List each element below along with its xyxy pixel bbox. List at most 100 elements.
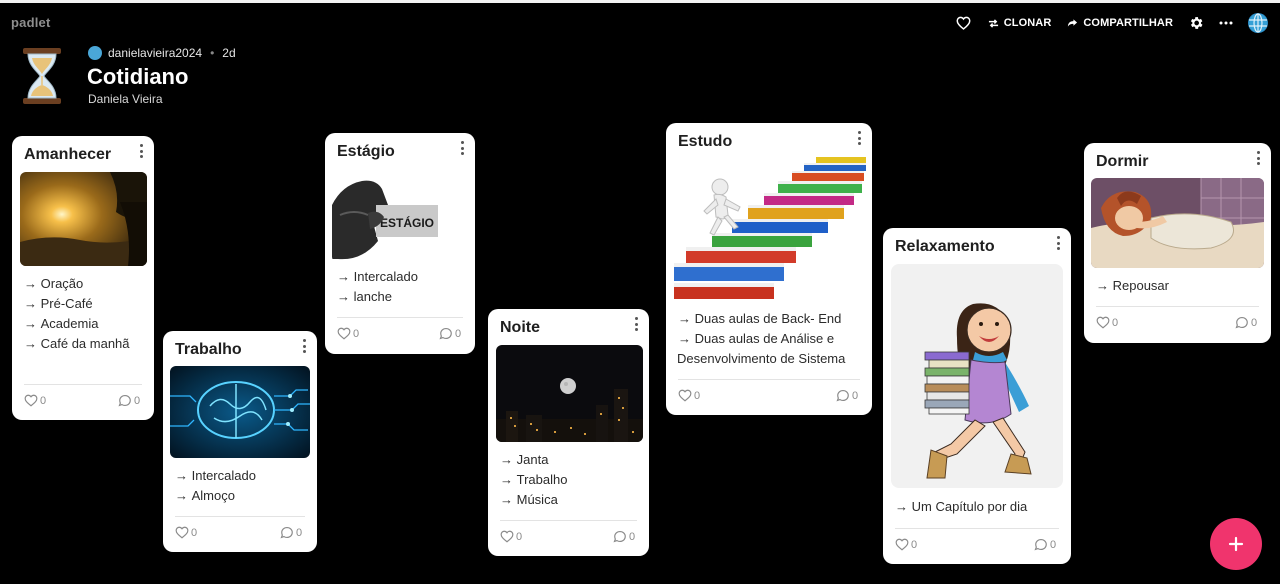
- post-title: Estágio: [337, 143, 395, 160]
- board-title: Cotidiano: [87, 64, 189, 89]
- like-count: 0: [1112, 316, 1119, 329]
- more-options-button[interactable]: [1219, 21, 1233, 25]
- card-divider: [678, 379, 860, 380]
- plus-icon: [1228, 536, 1244, 552]
- like-button[interactable]: 0: [175, 526, 197, 539]
- share-label: COMPARTILHAR: [1083, 17, 1173, 29]
- comment-count: 0: [455, 327, 462, 340]
- like-count: 0: [911, 538, 918, 551]
- list-item-continuation: Desenvolvimento de Sistema: [677, 351, 846, 366]
- post-card-trabalho[interactable]: Trabalho Intercalado Almoço 0 0: [163, 331, 317, 552]
- post-title: Trabalho: [175, 341, 242, 358]
- internship-card-image[interactable]: ESTÁGIO: [332, 175, 438, 261]
- list-item: Duas aulas de Análise e: [678, 329, 868, 349]
- post-card-relaxamento[interactable]: Relaxamento → Um Capítulo por dia 0 0: [883, 228, 1071, 564]
- post-items: Janta Trabalho Música: [500, 450, 568, 510]
- heart-icon: [24, 394, 38, 407]
- board-subtitle: Daniela Vieira: [88, 92, 163, 106]
- list-item: Almoço: [175, 486, 256, 506]
- comment-count: 0: [1050, 538, 1057, 551]
- kebab-icon[interactable]: [140, 144, 144, 158]
- post-card-amanhecer[interactable]: Amanhecer Oração Pré-Café Academia Café …: [12, 136, 154, 420]
- kebab-icon[interactable]: [461, 141, 465, 155]
- post-title: Noite: [500, 319, 540, 336]
- author-globe-icon: [88, 46, 102, 60]
- comment-button[interactable]: 0: [118, 394, 140, 407]
- like-button[interactable]: 0: [337, 327, 359, 340]
- sleeping-princess-image[interactable]: [1091, 178, 1264, 268]
- share-button[interactable]: COMPARTILHAR: [1067, 17, 1173, 29]
- add-post-button[interactable]: [1210, 518, 1262, 570]
- like-button[interactable]: 0: [24, 394, 46, 407]
- post-card-estudo[interactable]: Estudo → Duas aulas de Back- End → Duas …: [666, 123, 872, 415]
- settings-button[interactable]: [1188, 15, 1204, 31]
- reading-girl-image[interactable]: [891, 264, 1063, 488]
- kebab-icon[interactable]: [635, 317, 639, 331]
- sunrise-image[interactable]: [20, 172, 147, 266]
- like-button[interactable]: 0: [678, 389, 700, 402]
- like-button[interactable]: 0: [1096, 316, 1118, 329]
- comment-icon: [280, 526, 293, 539]
- card-divider: [24, 384, 142, 385]
- comment-button[interactable]: 0: [280, 526, 302, 539]
- kebab-icon[interactable]: [303, 339, 307, 353]
- post-card-estagio[interactable]: Estágio ESTÁGIO Intercalado lanche 0 0: [325, 133, 475, 354]
- card-divider: [895, 528, 1059, 529]
- list-item: Música: [500, 490, 567, 510]
- comment-button[interactable]: 0: [1235, 316, 1257, 329]
- post-card-dormir[interactable]: Dormir Repousar 0 0: [1084, 143, 1271, 343]
- heart-icon: [895, 538, 909, 551]
- board-meta: danielavieira2024 • 2d: [88, 46, 236, 60]
- kebab-icon[interactable]: [858, 131, 862, 145]
- post-title: Amanhecer: [24, 146, 112, 163]
- post-title: Estudo: [678, 133, 733, 150]
- post-items: Intercalado lanche: [337, 267, 418, 307]
- comment-button[interactable]: 0: [439, 327, 461, 340]
- comment-count: 0: [629, 530, 636, 543]
- comment-icon: [118, 394, 131, 407]
- padlet-logo[interactable]: padlet: [11, 15, 50, 30]
- kebab-icon[interactable]: [1257, 151, 1261, 165]
- comment-count: 0: [1251, 316, 1258, 329]
- comment-icon: [1034, 538, 1047, 551]
- account-avatar-button[interactable]: [1248, 13, 1268, 33]
- list-item: Um Capítulo por dia: [895, 497, 1028, 517]
- post-items: Intercalado Almoço: [175, 466, 256, 506]
- clone-icon: [988, 18, 998, 28]
- more-icon: [1219, 21, 1233, 25]
- comment-button[interactable]: 0: [613, 530, 635, 543]
- post-title: Dormir: [1096, 153, 1149, 170]
- post-items: Repousar: [1096, 276, 1169, 296]
- list-item: Duas aulas de Back- End: [678, 309, 868, 329]
- list-item: Pré-Café: [24, 294, 130, 314]
- comment-count: 0: [296, 526, 303, 539]
- card-divider: [500, 520, 637, 521]
- like-button[interactable]: 0: [895, 538, 917, 551]
- post-card-noite[interactable]: Noite Janta Trabalho Música: [488, 309, 649, 556]
- list-item: Oração: [24, 274, 130, 294]
- kebab-icon[interactable]: [1057, 236, 1061, 250]
- like-board-button[interactable]: [956, 16, 971, 30]
- window-top-edge: [0, 0, 1280, 3]
- heart-icon: [678, 389, 692, 402]
- comment-button[interactable]: 0: [836, 389, 858, 402]
- card-divider: [337, 317, 463, 318]
- comment-button[interactable]: 0: [1034, 538, 1056, 551]
- top-toolbar: CLONAR COMPARTILHAR: [956, 11, 1268, 35]
- like-count: 0: [353, 327, 360, 340]
- like-count: 0: [516, 530, 523, 543]
- post-items: Um Capítulo por dia: [895, 497, 1028, 517]
- like-button[interactable]: 0: [500, 530, 522, 543]
- list-item: Trabalho: [500, 470, 568, 490]
- comment-icon: [439, 327, 452, 340]
- comment-icon: [836, 389, 849, 402]
- like-count: 0: [694, 389, 701, 402]
- clone-button[interactable]: CLONAR: [988, 17, 1052, 29]
- book-stairs-image[interactable]: [672, 157, 866, 302]
- internship-card-text: ESTÁGIO: [380, 215, 434, 230]
- digital-brain-image[interactable]: [170, 366, 310, 458]
- heart-icon: [1096, 316, 1110, 329]
- post-title: Relaxamento: [895, 238, 995, 255]
- night-moon-image[interactable]: [496, 345, 643, 442]
- author-name[interactable]: danielavieira2024: [108, 46, 202, 60]
